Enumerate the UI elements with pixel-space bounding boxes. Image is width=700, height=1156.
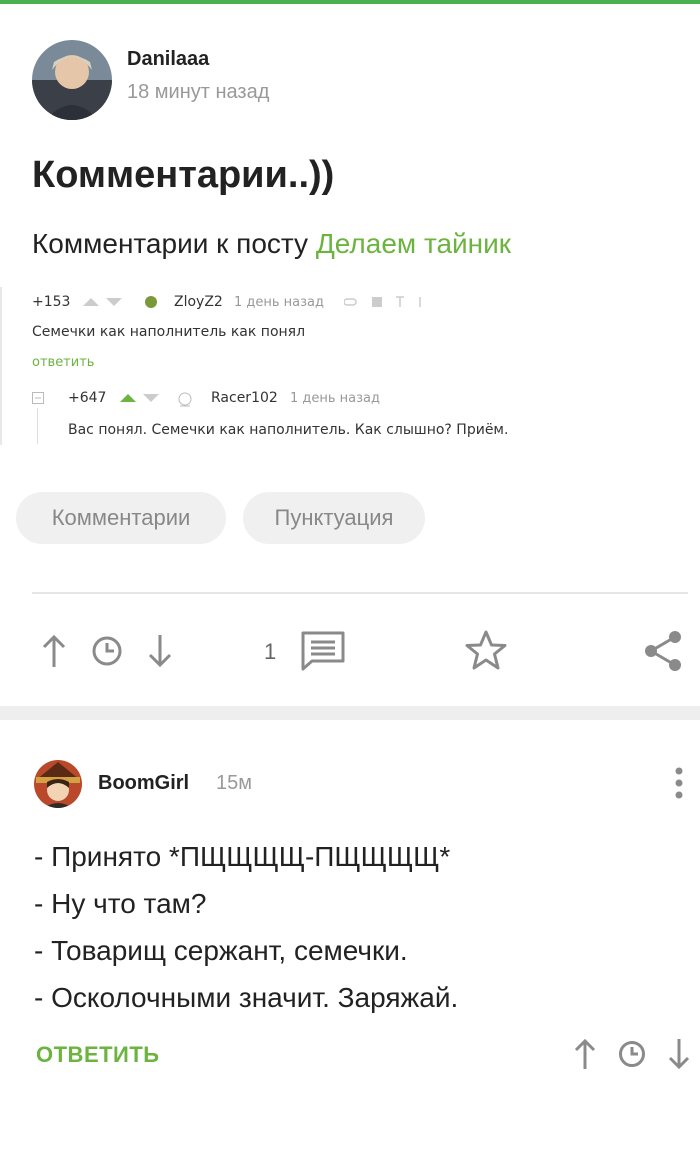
sc-vote-arrows-icon <box>83 298 122 306</box>
tag-punctuation[interactable]: Пунктуация <box>243 492 425 544</box>
sc-avatar-icon <box>145 296 157 308</box>
comment-clock-icon[interactable] <box>618 1040 646 1068</box>
post-subtitle: Комментарии к посту Делаем тайник <box>32 228 511 260</box>
star-icon[interactable] <box>463 629 509 671</box>
embedded-comments-image: +153 ZloyZ2 1 день назад Семечки как нап… <box>0 282 508 447</box>
sc-avatar-icon-2 <box>178 392 192 407</box>
upvote-icon[interactable] <box>40 634 68 668</box>
sc-vote-arrows-icon-2 <box>120 394 159 402</box>
post-divider <box>32 592 688 594</box>
sc-comment1-rating: +153 <box>32 294 71 310</box>
post-title[interactable]: Комментарии..)) <box>32 154 334 197</box>
sc-collapse-icon <box>32 392 44 404</box>
comments-count: 1 <box>264 639 277 664</box>
post-time: 18 минут назад <box>127 81 270 103</box>
comment-author[interactable]: BoomGirl <box>98 772 189 795</box>
source-post-link[interactable]: Делаем тайник <box>316 228 511 259</box>
sc-comment2-author: Racer102 <box>211 390 278 406</box>
section-separator <box>0 706 700 720</box>
top-accent-bar <box>0 0 700 4</box>
comment-line-3: - Товарищ сержант, семечки. <box>34 935 408 966</box>
share-icon[interactable] <box>642 629 684 673</box>
comment-line-2: - Ну что там? <box>34 888 207 919</box>
comments-icon[interactable] <box>300 630 346 672</box>
sc-comment1-time: 1 день назад <box>234 295 325 310</box>
downvote-icon[interactable] <box>146 634 174 668</box>
clock-icon[interactable] <box>91 635 123 667</box>
comment-line-4: - Осколочными значит. Заряжай. <box>34 982 459 1013</box>
sc-comment2-rating: +647 <box>68 390 107 406</box>
comment-line-1: - Принято *ПЩЩЩЩ-ПЩЩЩЩ* <box>34 841 451 872</box>
more-icon[interactable] <box>672 766 686 800</box>
sc-tools-icon <box>344 296 421 307</box>
post-author[interactable]: Danilaaa <box>127 48 209 71</box>
comment-author-avatar[interactable] <box>34 760 82 808</box>
sc-comment1-text: Семечки как наполнитель как понял <box>32 324 306 340</box>
comment-reply-button[interactable]: ОТВЕТИТЬ <box>36 1042 160 1068</box>
comment-downvote-icon[interactable] <box>666 1038 692 1070</box>
sc-comment2-time: 1 день назад <box>290 391 381 406</box>
tag-comments[interactable]: Комментарии <box>16 492 226 544</box>
sc-comment1-author: ZloyZ2 <box>174 294 223 310</box>
comment-upvote-icon[interactable] <box>572 1038 598 1070</box>
subtitle-text: Комментарии к посту <box>32 228 316 259</box>
comment-time: 15м <box>216 772 252 794</box>
author-avatar[interactable] <box>32 40 112 120</box>
sc-comment2-text: Вас понял. Семечки как наполнитель. Как … <box>68 422 509 438</box>
sc-comment1-reply: ответить <box>32 355 95 370</box>
